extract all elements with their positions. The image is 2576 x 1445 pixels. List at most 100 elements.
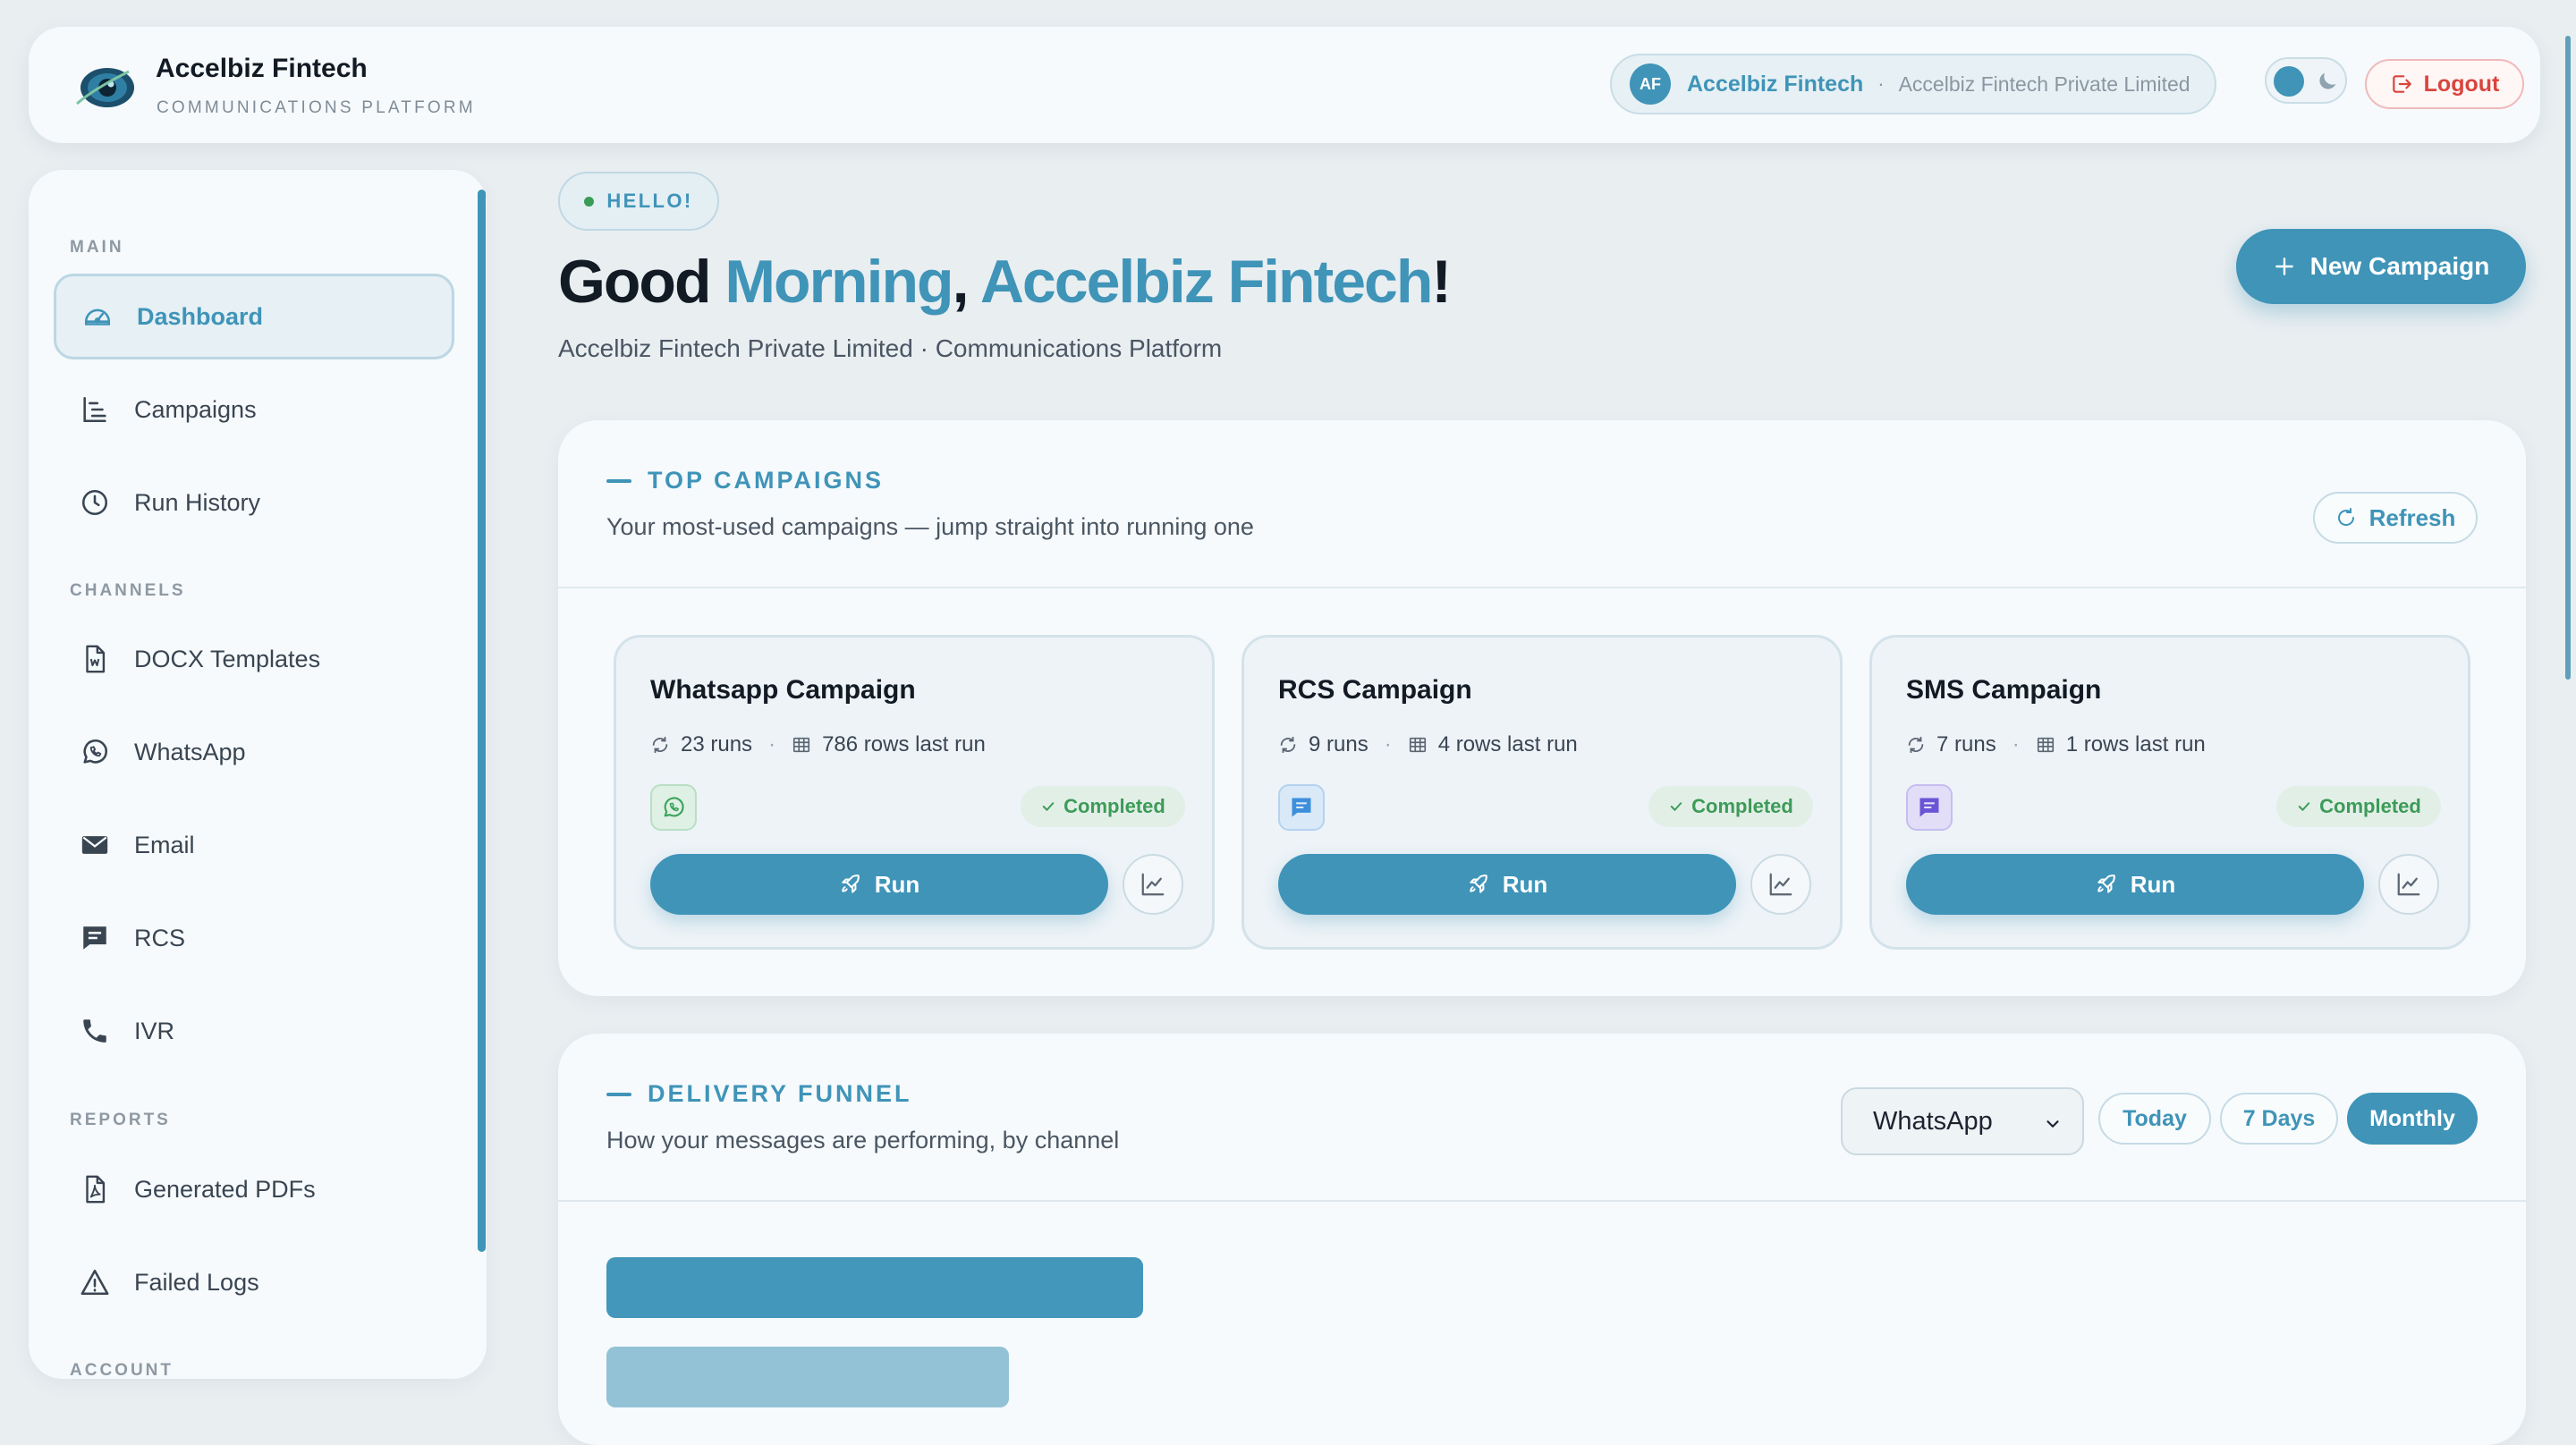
toggle-knob	[2274, 66, 2304, 97]
status-label: Completed	[1063, 795, 1165, 817]
organization-switcher[interactable]: AF Accelbiz Fintech · Accelbiz Fintech P…	[1610, 54, 2216, 114]
funnel-bar[interactable]	[606, 1347, 1009, 1407]
delivery-funnel-description: How your messages are performing, by cha…	[606, 1127, 1120, 1153]
rocket-icon	[839, 873, 862, 896]
sidebar-item-label: Generated PDFs	[134, 1175, 316, 1203]
top-campaigns-title-text: TOP CAMPAIGNS	[648, 467, 885, 494]
analytics-button[interactable]	[1123, 854, 1183, 915]
sidebar-item-label: Failed Logs	[134, 1268, 259, 1296]
sidebar-item-dashboard[interactable]: Dashboard	[54, 274, 454, 359]
check-icon	[2296, 799, 2312, 815]
sidebar-item-label: DOCX Templates	[134, 645, 321, 672]
rocket-icon	[2095, 873, 2118, 896]
status-badge: Completed	[2276, 786, 2441, 827]
line-chart-icon	[2395, 871, 2422, 898]
sidebar-item-run-history[interactable]: Run History	[54, 460, 454, 545]
line-chart-icon	[1140, 871, 1166, 898]
top-campaigns-panel: TOP CAMPAIGNS Your most-used campaigns —…	[558, 420, 2526, 996]
status-label: Completed	[2319, 795, 2421, 817]
line-chart-icon	[1767, 871, 1794, 898]
envelope-icon	[79, 829, 111, 861]
sidebar-item-label: Run History	[134, 488, 261, 516]
sidebar-item-rcs[interactable]: RCS	[54, 895, 454, 981]
analytics-button[interactable]	[1750, 854, 1811, 915]
sidebar-item-campaigns[interactable]: Campaigns	[54, 367, 454, 452]
run-label: Run	[874, 870, 920, 898]
table-icon	[1408, 735, 1428, 755]
channel-select[interactable]: WhatsApp	[1841, 1087, 2084, 1155]
run-label: Run	[2130, 870, 2176, 898]
new-campaign-button[interactable]: New Campaign	[2236, 229, 2526, 304]
sidebar-item-label: Dashboard	[137, 302, 264, 330]
panel-divider	[558, 1200, 2526, 1202]
new-campaign-label: New Campaign	[2309, 252, 2490, 280]
campaign-name: RCS Campaign	[1278, 675, 1472, 705]
sidebar-item-docx-templates[interactable]: DOCX Templates	[54, 616, 454, 702]
rocket-icon	[1467, 873, 1490, 896]
page-scrollbar[interactable]	[2565, 36, 2571, 680]
campaign-meta: 7 runs · 1 rows last run	[1906, 732, 2206, 757]
brand-logo-icon	[73, 63, 138, 113]
phone-icon	[79, 1015, 111, 1047]
refresh-label: Refresh	[2368, 503, 2456, 531]
campaign-runs: 7 runs	[1936, 732, 1996, 756]
message-icon	[79, 922, 111, 954]
campaign-card-rcs[interactable]: RCS Campaign 9 runs · 4 rows last run Co…	[1241, 635, 1843, 950]
theme-toggle[interactable]	[2265, 57, 2347, 104]
sidebar-section-channels: CHANNELS	[70, 581, 186, 600]
hello-pill: HELLO!	[558, 172, 719, 231]
top-campaigns-title: TOP CAMPAIGNS	[606, 467, 884, 494]
sidebar-item-ivr[interactable]: IVR	[54, 988, 454, 1074]
run-button[interactable]: Run	[1278, 854, 1736, 915]
delivery-funnel-title-text: DELIVERY FUNNEL	[648, 1080, 912, 1107]
sidebar-item-label: Email	[134, 831, 195, 858]
campaign-card-sms[interactable]: SMS Campaign 7 runs · 1 rows last run Co…	[1869, 635, 2470, 950]
sidebar-item-whatsapp[interactable]: WhatsApp	[54, 709, 454, 795]
campaign-name: SMS Campaign	[1906, 675, 2102, 705]
sidebar-item-email[interactable]: Email	[54, 802, 454, 888]
sidebar-item-failed-logs[interactable]: Failed Logs	[54, 1239, 454, 1325]
funnel-bar[interactable]	[606, 1257, 1143, 1318]
org-company: Accelbiz Fintech Private Limited	[1898, 72, 2190, 96]
greeting-suffix: !	[1431, 248, 1452, 316]
logout-button[interactable]: Logout	[2365, 59, 2524, 109]
list-tree-icon	[79, 393, 111, 426]
campaign-meta: 23 runs · 786 rows last run	[650, 732, 986, 757]
campaign-rows: 4 rows last run	[1437, 732, 1578, 756]
moon-icon	[2315, 69, 2340, 94]
title-dash	[606, 1092, 631, 1096]
run-button[interactable]: Run	[650, 854, 1108, 915]
period-7-days-button[interactable]: 7 Days	[2220, 1093, 2338, 1145]
sidebar-item-generated-pdfs[interactable]: Generated PDFs	[54, 1146, 454, 1232]
delivery-funnel-panel: DELIVERY FUNNEL How your messages are pe…	[558, 1034, 2526, 1445]
page-title: Good Morning, Accelbiz Fintech!	[558, 247, 1452, 317]
repeat-icon	[1906, 735, 1926, 755]
brand-name: Accelbiz Fintech	[156, 54, 368, 83]
title-dash	[606, 478, 631, 483]
org-name: Accelbiz Fintech	[1687, 71, 1864, 97]
page-subtitle: Accelbiz Fintech Private Limited · Commu…	[558, 334, 1223, 362]
chevron-down-icon	[2043, 1114, 2063, 1134]
campaign-card-whatsapp[interactable]: Whatsapp Campaign 23 runs · 786 rows las…	[614, 635, 1215, 950]
rcs-message-icon	[1278, 784, 1325, 831]
plus-icon	[2273, 255, 2296, 278]
org-avatar: AF	[1630, 63, 1671, 105]
campaign-rows: 786 rows last run	[822, 732, 986, 756]
period-monthly-button[interactable]: Monthly	[2347, 1093, 2478, 1145]
repeat-icon	[1278, 735, 1298, 755]
campaign-name: Whatsapp Campaign	[650, 675, 916, 705]
campaign-rows: 1 rows last run	[2065, 732, 2206, 756]
sidebar-scrollbar[interactable]	[478, 190, 486, 1252]
run-label: Run	[1502, 870, 1548, 898]
check-icon	[1040, 799, 1056, 815]
refresh-icon	[2335, 507, 2357, 528]
warning-icon	[79, 1266, 111, 1298]
status-badge: Completed	[1021, 786, 1185, 827]
run-button[interactable]: Run	[1906, 854, 2364, 915]
analytics-button[interactable]	[2378, 854, 2439, 915]
greeting-name: Accelbiz Fintech	[979, 248, 1434, 316]
greeting-comma: ,	[952, 248, 980, 316]
refresh-button[interactable]: Refresh	[2313, 492, 2478, 544]
period-today-button[interactable]: Today	[2098, 1093, 2211, 1145]
logout-label: Logout	[2423, 71, 2500, 97]
